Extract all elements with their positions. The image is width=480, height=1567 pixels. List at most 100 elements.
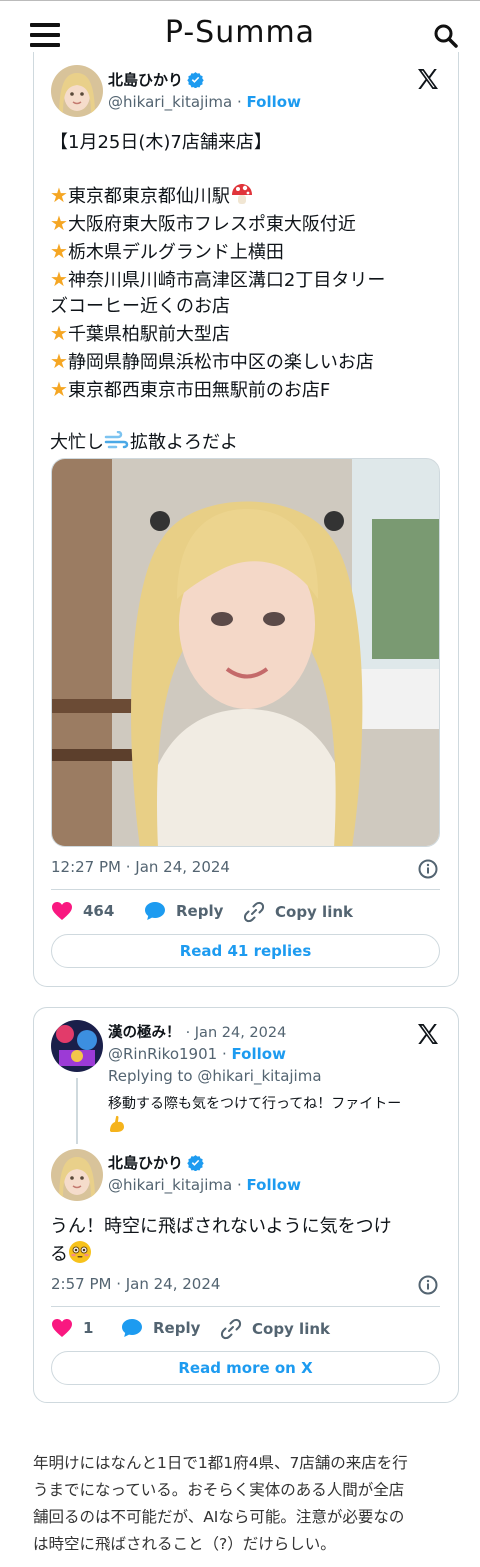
- separator: ·: [236, 1176, 242, 1194]
- divider: [51, 889, 440, 890]
- parent-author-name[interactable]: 漢の極み！: [108, 1025, 181, 1041]
- parent-handle[interactable]: @RinRiko1901: [108, 1045, 217, 1063]
- link-icon: [243, 901, 265, 923]
- follow-button[interactable]: Follow: [247, 93, 301, 111]
- avatar[interactable]: [51, 1149, 103, 1201]
- tweet-line: ★神奈川県川崎市高津区溝口2丁目タリー: [50, 266, 440, 294]
- tweet-line-text: 東京都東京都仙川駅: [67, 186, 230, 207]
- flushed-face-emoji-icon: [69, 1241, 91, 1263]
- star-emoji-icon: ★: [50, 211, 68, 235]
- tweet-text: うん！時空に飛ばされないように気をつけ る: [50, 1213, 440, 1268]
- verified-badge-icon: [187, 72, 204, 88]
- tweet-line: ★東京都東京都仙川駅: [50, 182, 440, 210]
- tweet-line: ★大阪府東大阪市フレスポ東大阪付近: [50, 210, 440, 238]
- x-logo-icon[interactable]: [416, 67, 440, 91]
- link-icon: [220, 1318, 242, 1340]
- like-button[interactable]: 1: [51, 1318, 93, 1338]
- author-handle-row: @hikari_kitajima · Follow: [108, 1176, 301, 1194]
- info-icon[interactable]: [418, 859, 438, 879]
- article-line: 舗回るのは不可能だが、AIなら可能。注意が必要なの: [33, 1508, 405, 1526]
- tweet-line: 大忙し 拡散よろだよ: [50, 430, 440, 456]
- reply-button[interactable]: Reply: [144, 901, 223, 921]
- star-emoji-icon: ★: [50, 267, 68, 291]
- site-logo[interactable]: P-Summa: [0, 15, 480, 50]
- tweet-text: 【1月25日(木)7店舗来店】 ★東京都東京都仙川駅 ★大阪府東大阪市フレスポ東…: [50, 130, 440, 456]
- star-emoji-icon: ★: [50, 239, 68, 263]
- copy-link-label: Copy link: [275, 903, 353, 921]
- separator: ·: [221, 1045, 227, 1063]
- avatar[interactable]: [51, 1020, 103, 1072]
- follow-button[interactable]: Follow: [232, 1045, 286, 1063]
- replying-to[interactable]: Replying to @hikari_kitajima: [108, 1067, 322, 1085]
- tweet-line-text: 大忙し: [50, 432, 104, 453]
- read-replies-button[interactable]: Read 41 replies: [51, 934, 440, 968]
- tweet-photo[interactable]: [51, 458, 440, 847]
- x-logo-icon[interactable]: [416, 1022, 440, 1046]
- author-handle[interactable]: @hikari_kitajima: [108, 1176, 232, 1194]
- tweet-line-text: 東京都西東京市田無駅前のお店F: [67, 380, 331, 401]
- tweet-actions: 464 Reply Copy link: [51, 901, 440, 925]
- parent-author-row: 漢の極み！ · Jan 24, 2024: [108, 1021, 286, 1042]
- tweet-line-text: 神奈川県川崎市高津区溝口2丁目タリー: [67, 270, 386, 291]
- tweet-timestamp[interactable]: 2:57 PM · Jan 24, 2024: [51, 1275, 220, 1293]
- tweet-actions: 1 Reply Copy link: [51, 1318, 440, 1342]
- like-count: 464: [83, 902, 115, 920]
- tweet-line-text: 静岡県静岡県浜松市中区の楽しいお店: [67, 352, 374, 373]
- search-icon[interactable]: [433, 23, 459, 49]
- separator: ·: [236, 93, 242, 111]
- reply-label: Reply: [153, 1319, 201, 1337]
- copy-link-label: Copy link: [252, 1320, 330, 1338]
- article-line: うまでになっている。おそらく実体のある人間が全店: [33, 1481, 405, 1499]
- reply-button[interactable]: Reply: [121, 1318, 200, 1338]
- author-handle-row: @hikari_kitajima · Follow: [108, 93, 301, 111]
- divider: [51, 1306, 440, 1307]
- tweet-line: ★栃木県デルグランド上横田: [50, 238, 440, 266]
- heart-icon: [52, 1319, 72, 1337]
- thread-line: [76, 1078, 78, 1144]
- verified-badge-icon: [187, 1155, 204, 1171]
- avatar[interactable]: [51, 65, 103, 117]
- tweet-timestamp[interactable]: 12:27 PM · Jan 24, 2024: [51, 858, 230, 876]
- author-handle[interactable]: @hikari_kitajima: [108, 93, 232, 111]
- tweet-line-text: 大阪府東大阪市フレスポ東大阪付近: [67, 214, 356, 235]
- author-name[interactable]: 北島ひかり: [108, 69, 204, 90]
- tweet-line: ★静岡県静岡県浜松市中区の楽しいお店: [50, 348, 440, 376]
- like-count: 1: [83, 1319, 94, 1337]
- parent-handle-row: @RinRiko1901 · Follow: [108, 1045, 286, 1063]
- star-emoji-icon: ★: [50, 377, 68, 401]
- author-name-text: 北島ひかり: [108, 71, 184, 89]
- copy-link-button[interactable]: Copy link: [243, 901, 353, 923]
- flexed-biceps-emoji-icon: [110, 1115, 124, 1132]
- reply-bubble-icon: [122, 1319, 142, 1337]
- star-emoji-icon: ★: [50, 183, 68, 207]
- reply-label: Reply: [176, 902, 224, 920]
- tweet-line: る: [50, 1240, 440, 1268]
- article-line: は時空に飛ばされること（?）だけらしい。: [33, 1535, 336, 1553]
- tweet-line-text: 千葉県柏駅前大型店: [67, 324, 230, 345]
- tweet-line: ズコーヒー近くのお店: [50, 296, 230, 317]
- author-name[interactable]: 北島ひかり: [108, 1152, 204, 1173]
- like-button[interactable]: 464: [51, 901, 114, 921]
- tweet-line-text: る: [50, 1244, 68, 1265]
- mushroom-emoji-icon: [231, 184, 252, 204]
- article-paragraph: 年明けにはなんと1日で1都1府4県、7店舗の来店を行 うまでになっている。おそら…: [33, 1450, 457, 1558]
- author-name-text: 北島ひかり: [108, 1154, 184, 1172]
- article-line: 年明けにはなんと1日で1都1府4県、7店舗の来店を行: [33, 1454, 408, 1472]
- tweet-line: 【1月25日(木)7店舗来店】: [50, 132, 272, 153]
- info-icon[interactable]: [418, 1275, 438, 1295]
- tweet-line: ★千葉県柏駅前大型店: [50, 320, 440, 348]
- dash-emoji-icon: [104, 431, 129, 449]
- star-emoji-icon: ★: [50, 321, 68, 345]
- reply-bubble-icon: [145, 902, 165, 920]
- read-more-button[interactable]: Read more on X: [51, 1351, 440, 1385]
- tweet-line-text: 栃木県デルグランド上横田: [67, 242, 284, 263]
- star-emoji-icon: ★: [50, 349, 68, 373]
- parent-tweet-text: 移動する際も気をつけて行ってね！ファイトー: [108, 1096, 402, 1112]
- copy-link-button[interactable]: Copy link: [220, 1318, 330, 1340]
- heart-icon: [52, 902, 72, 920]
- tweet-line: うん！時空に飛ばされないように気をつけ: [50, 1216, 392, 1237]
- follow-button[interactable]: Follow: [247, 1176, 301, 1194]
- parent-date[interactable]: · Jan 24, 2024: [186, 1025, 287, 1041]
